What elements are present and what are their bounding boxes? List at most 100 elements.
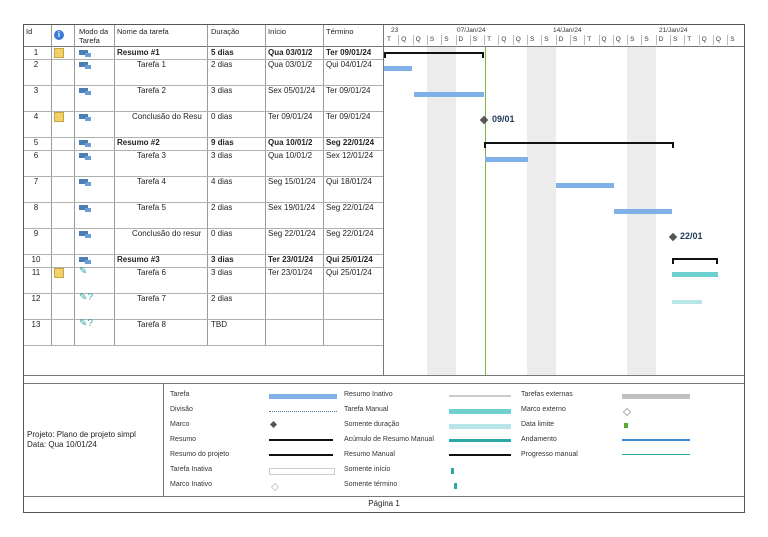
day-letter: T — [487, 36, 492, 43]
row-id: 8 — [33, 203, 39, 212]
table-row[interactable]: 4 Conclusão do Resu 0 dias Ter 09/01/24 Ter … — [24, 111, 383, 137]
day-letter: Q — [715, 36, 721, 43]
row-id: 13 — [31, 320, 41, 329]
day-tick — [469, 35, 471, 45]
legend-item: Tarefa — [170, 391, 190, 398]
task-duration: 3 dias — [211, 268, 233, 277]
task-finish: Seg 22/01/24 — [326, 203, 374, 212]
task-duration: 2 dias — [211, 60, 233, 69]
task-name: Tarefa 7 — [137, 294, 166, 303]
legend-item: Marco externo — [521, 406, 566, 413]
milestone-label-1: 09/01 — [492, 114, 515, 124]
row-id: 6 — [33, 151, 39, 160]
legend-item: Tarefa Manual — [344, 406, 389, 413]
note-icon[interactable] — [54, 268, 64, 278]
note-icon[interactable] — [54, 112, 64, 122]
day-tick — [455, 35, 457, 45]
task-name: Conclusão do resur — [132, 229, 202, 238]
legend-item: Marco — [170, 421, 190, 428]
col-header-mode[interactable]: Modo da Tarefa — [79, 27, 108, 45]
col-header-start[interactable]: Início — [268, 27, 286, 36]
footer-divider — [24, 496, 744, 497]
col-header-mode-line1: Modo da — [79, 27, 109, 36]
task-duration: 0 dias — [211, 112, 233, 121]
table-row[interactable]: 12 ✎? Tarefa 7 2 dias — [24, 293, 383, 319]
task-duration: TBD — [211, 320, 227, 329]
row-id: 9 — [33, 229, 39, 238]
table-row[interactable]: 3 Tarefa 2 3 dias Sex 05/01/24 Ter 09/01/24 — [24, 85, 383, 111]
day-letter: Q — [701, 36, 707, 43]
legend-swatch-manual-summary — [449, 454, 511, 456]
day-tick — [569, 35, 571, 45]
table-row[interactable]: 5 Resumo #2 9 dias Qua 10/01/2 Seg 22/01/24 — [24, 137, 383, 150]
task-name: Resumo #3 — [117, 255, 160, 264]
task-finish: Seg 22/01/24 — [326, 229, 374, 238]
col-header-indicators[interactable]: i — [54, 30, 64, 40]
task-duration: 5 dias — [211, 48, 234, 57]
task-duration: 3 dias — [211, 255, 234, 264]
day-letter: D — [658, 36, 664, 43]
timeline-label-week1: 07/Jan/24 — [457, 27, 486, 34]
manual-bar-6 — [672, 272, 718, 277]
col-header-duration[interactable]: Duração — [211, 27, 239, 36]
table-row[interactable]: 6 Tarefa 3 3 dias Qua 10/01/2 Sex 12/01/24 — [24, 150, 383, 176]
task-bar-5 — [614, 209, 672, 214]
task-start: Qua 03/01/2 — [268, 48, 313, 57]
task-finish: Qui 18/01/24 — [326, 177, 372, 186]
legend-swatch-start-only — [451, 468, 454, 474]
auto-schedule-icon — [79, 113, 91, 121]
day-letter: S — [429, 36, 435, 43]
legend-swatch-task — [269, 394, 337, 399]
legend-swatch-inactive-summary — [449, 395, 511, 397]
task-start: Ter 23/01/24 — [268, 255, 314, 264]
day-letter: Q — [501, 36, 507, 43]
table-row[interactable]: 10 Resumo #3 3 dias Ter 23/01/24 Qui 25/01/2… — [24, 254, 383, 267]
table-row[interactable]: 7 Tarefa 4 4 dias Seg 15/01/24 Qui 18/01/24 — [24, 176, 383, 202]
legend-item: Marco Inativo — [170, 481, 213, 488]
table-row[interactable]: 2 Tarefa 1 2 dias Qua 03/01/2 Qui 04/01/24 — [24, 59, 383, 85]
col-header-id[interactable]: Id — [26, 27, 32, 36]
auto-schedule-icon — [79, 61, 91, 69]
day-letter: S — [544, 36, 549, 43]
day-tick — [655, 35, 657, 45]
legend-divider — [163, 384, 164, 496]
col-header-name[interactable]: Nome da tarefa — [117, 27, 169, 36]
table-row[interactable]: 11 ✎ Tarefa 6 3 dias Ter 23/01/24 Qui 25/01/2… — [24, 267, 383, 293]
table-row[interactable]: 8 Tarefa 5 2 dias Sex 19/01/24 Seg 22/01/24 — [24, 202, 383, 228]
task-duration: 2 dias — [211, 294, 233, 303]
legend-swatch-external-milestone — [622, 407, 632, 417]
day-tick — [512, 35, 514, 45]
legend-item: Andamento — [521, 436, 557, 443]
table-row[interactable]: 9 Conclusão do resur 0 dias Seg 22/01/24 Seg… — [24, 228, 383, 254]
day-letter: S — [444, 36, 449, 43]
manual-schedule-icon: ✎? — [79, 318, 93, 329]
task-start: Seg 15/01/24 — [268, 177, 316, 186]
table-row[interactable]: 13 ✎? Tarefa 8 TBD — [24, 319, 383, 345]
col-header-finish[interactable]: Término — [326, 27, 354, 36]
task-name: Resumo #1 — [117, 48, 160, 57]
row-id: 10 — [31, 255, 41, 264]
task-name: Tarefa 8 — [137, 320, 166, 329]
legend-swatch-deadline — [624, 423, 628, 428]
task-duration: 2 dias — [211, 203, 233, 212]
summary-bar-3 — [672, 258, 718, 260]
summary-bar-2 — [484, 142, 674, 144]
legend-item: Data limite — [521, 421, 555, 428]
legend-item: Tarefa Inativa — [170, 466, 213, 473]
task-bar-4 — [556, 183, 614, 188]
legend-item: Resumo — [170, 436, 197, 443]
legend-item: Somente término — [344, 481, 398, 488]
gantt-chart[interactable]: 09/01 22/01 — [384, 47, 744, 375]
task-start: Sex 19/01/24 — [268, 203, 316, 212]
legend-swatch-manual-task — [449, 409, 511, 414]
note-icon[interactable] — [54, 48, 64, 58]
day-tick — [612, 35, 614, 45]
summary-end — [672, 258, 674, 264]
grid-bottom — [24, 375, 744, 376]
row-id: 5 — [33, 138, 39, 147]
table-row[interactable]: 1 Resumo #1 5 dias Qua 03/01/2 Ter 09/01/24 — [24, 47, 383, 59]
task-start: Seg 22/01/24 — [268, 229, 316, 238]
row-id: 3 — [33, 86, 39, 95]
day-tick — [426, 35, 428, 45]
legend-swatch-duration-only — [449, 424, 511, 429]
